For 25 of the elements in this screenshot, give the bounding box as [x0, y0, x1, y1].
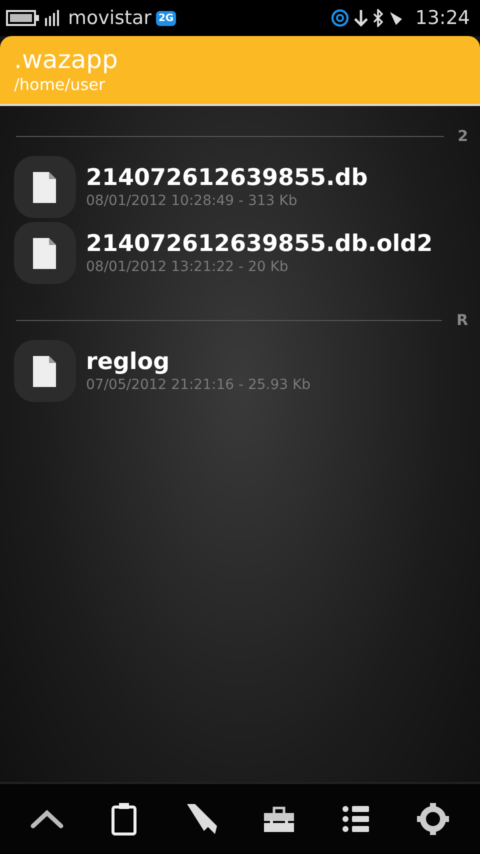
battery-icon [6, 10, 40, 26]
toolbox-icon[interactable] [264, 805, 294, 833]
download-arrow-icon [354, 9, 368, 27]
settings-icon[interactable] [417, 803, 450, 835]
up-chevron-icon[interactable] [30, 809, 64, 829]
folder-title: .wazapp [14, 45, 119, 75]
clock-time: 13:24 [415, 7, 470, 29]
carrier-name: movistar [68, 7, 152, 29]
file-details: 08/01/2012 13:21:22 - 20 Kb [86, 258, 288, 276]
network-badge: 2G [156, 10, 176, 26]
file-details: 07/05/2012 21:21:16 - 25.93 Kb [86, 376, 311, 394]
file-name[interactable]: 214072612639855.db.old2 [86, 230, 433, 258]
file-details: 08/01/2012 10:28:49 - 313 Kb [86, 192, 298, 210]
bookmark-tag-icon[interactable] [184, 802, 218, 836]
section-letter: 2 [458, 127, 468, 145]
file-name[interactable]: reglog [86, 348, 170, 376]
file-icon [14, 340, 76, 402]
bluetooth-icon [373, 9, 384, 27]
section-letter: R [456, 311, 468, 329]
file-name[interactable]: 214072612639855.db [86, 164, 368, 192]
clipboard-icon[interactable] [110, 802, 137, 836]
folder-path: /home/user [14, 75, 106, 95]
file-icon [14, 222, 76, 284]
file-icon [14, 156, 76, 218]
list-icon[interactable] [342, 805, 370, 833]
